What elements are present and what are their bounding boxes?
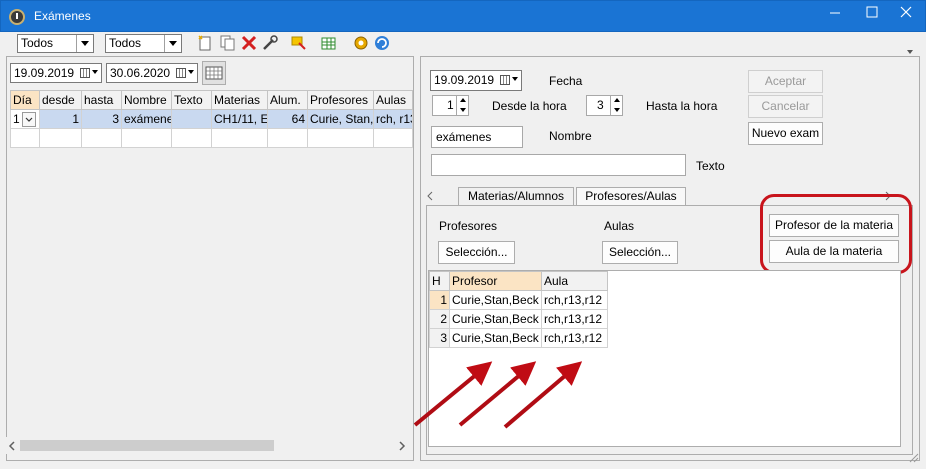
nombre-input[interactable]: exámenes xyxy=(431,126,523,148)
refresh-icon[interactable] xyxy=(373,34,391,52)
spin-updown-icon[interactable] xyxy=(456,96,468,115)
calendar-icon[interactable] xyxy=(176,67,194,79)
column-header[interactable]: Profesor xyxy=(449,271,542,291)
hasta-hora-label: Hasta la hora xyxy=(646,99,718,113)
close-icon xyxy=(900,6,912,18)
scroll-right-icon[interactable] xyxy=(396,440,408,452)
column-header[interactable]: Nombre xyxy=(121,90,172,110)
aula-cell[interactable]: rch,r13,r12 xyxy=(541,290,608,310)
column-header[interactable]: desde xyxy=(39,90,82,110)
profesor-aula-table: H Profesor Aula 1 Curie,Stan,Beck rch,r1… xyxy=(429,271,608,348)
column-header[interactable]: Texto xyxy=(171,90,212,110)
date-to-field[interactable]: 30.06.2020 xyxy=(106,63,198,83)
column-header[interactable]: Alum. xyxy=(267,90,308,110)
h-cell[interactable]: 1 xyxy=(429,290,450,310)
h-cell[interactable]: 2 xyxy=(429,309,450,329)
profesor-aula-header: H Profesor Aula xyxy=(429,271,608,291)
app-clock-icon[interactable] xyxy=(9,9,25,25)
materias-cell[interactable]: CH1/11, E xyxy=(211,109,268,129)
desde-hora-label: Desde la hora xyxy=(492,99,567,113)
grid-icon[interactable] xyxy=(320,34,338,52)
desde-hora-spinner[interactable]: 1 xyxy=(432,95,469,116)
texto-cell[interactable] xyxy=(171,109,212,129)
profesores-label: Profesores xyxy=(439,219,498,233)
close-button[interactable] xyxy=(886,0,926,26)
delete-icon[interactable] xyxy=(240,34,258,52)
column-header[interactable]: Profesores xyxy=(307,90,374,110)
aceptar-button[interactable]: Aceptar xyxy=(748,70,823,93)
filter-combo-1-value: Todos xyxy=(21,36,54,50)
date-from-value: 19.09.2019 xyxy=(14,66,75,80)
tab-scroll-left-icon[interactable] xyxy=(426,190,434,204)
chevron-down-icon[interactable] xyxy=(76,35,93,52)
profesores-cell[interactable]: Curie, Stan, xyxy=(307,109,374,129)
nombre-cell[interactable]: exámenes xyxy=(121,109,172,129)
date-from-field[interactable]: 19.09.2019 xyxy=(10,63,102,83)
calendar-icon[interactable] xyxy=(80,67,98,79)
settings-icon[interactable] xyxy=(352,34,370,52)
nombre-label: Nombre xyxy=(549,129,592,143)
desde-hora-value: 1 xyxy=(447,98,454,112)
column-header[interactable]: Aula xyxy=(541,271,608,291)
aula-cell[interactable]: rch,r13,r12 xyxy=(541,309,608,329)
seleccion-aulas-button[interactable]: Selección... xyxy=(602,241,678,264)
exam-table: Día desde hasta Nombre Texto Materias Al… xyxy=(10,90,413,148)
new-icon[interactable] xyxy=(196,34,214,52)
dia-cell[interactable]: 1 xyxy=(10,109,40,129)
tab-materias-alumnos[interactable]: Materias/Alumnos xyxy=(458,187,574,205)
resize-grip-icon[interactable] xyxy=(906,450,920,467)
exam-table-header: Día desde hasta Nombre Texto Materias Al… xyxy=(10,90,413,110)
aulas-cell[interactable]: rch, r13 xyxy=(373,109,413,129)
rules-icon[interactable] xyxy=(290,34,308,52)
minimize-button[interactable] xyxy=(815,0,855,26)
scroll-thumb[interactable] xyxy=(20,440,274,451)
fecha-value: 19.09.2019 xyxy=(434,73,495,87)
column-header[interactable]: Día xyxy=(10,90,40,110)
dia-value: 1 xyxy=(13,112,20,126)
table-row[interactable]: 1 Curie,Stan,Beck rch,r13,r12 xyxy=(429,290,608,310)
profesor-cell[interactable]: Curie,Stan,Beck xyxy=(449,290,542,310)
alum-cell[interactable]: 64 xyxy=(267,109,308,129)
profesor-cell[interactable]: Curie,Stan,Beck xyxy=(449,309,542,329)
window-title: Exámenes xyxy=(34,9,91,23)
highlight-callout xyxy=(760,194,912,274)
table-row[interactable]: 2 Curie,Stan,Beck rch,r13,r12 xyxy=(429,309,608,329)
desde-cell[interactable]: 1 xyxy=(39,109,82,129)
scroll-left-icon[interactable] xyxy=(6,440,18,452)
date-to-value: 30.06.2020 xyxy=(110,66,171,80)
tools-icon[interactable] xyxy=(261,34,279,52)
column-header[interactable]: Aulas xyxy=(373,90,413,110)
table-row[interactable]: 1 1 3 exámenes CH1/11, E 64 Curie, Stan,… xyxy=(10,109,413,129)
column-header[interactable]: H xyxy=(429,271,450,291)
fecha-date-field[interactable]: 19.09.2019 xyxy=(430,70,522,91)
tab-profesores-aulas[interactable]: Profesores/Aulas xyxy=(576,187,686,205)
calendar-grid-icon xyxy=(205,66,223,80)
chevron-down-icon[interactable] xyxy=(164,35,181,52)
column-header[interactable]: hasta xyxy=(81,90,122,110)
horizontal-scrollbar[interactable] xyxy=(6,437,410,454)
fecha-label: Fecha xyxy=(549,74,583,88)
calendar-view-button[interactable] xyxy=(202,61,226,85)
spin-updown-icon[interactable] xyxy=(610,96,622,115)
texto-input[interactable] xyxy=(431,154,686,176)
filter-combo-2-value: Todos xyxy=(109,36,142,50)
texto-label: Texto xyxy=(696,159,725,173)
column-header[interactable]: Materias xyxy=(211,90,268,110)
cancelar-button[interactable]: Cancelar xyxy=(748,95,823,118)
seleccion-profesores-button[interactable]: Selección... xyxy=(438,241,515,264)
copy-icon[interactable] xyxy=(218,34,236,52)
hasta-hora-value: 3 xyxy=(597,98,604,112)
aulas-label: Aulas xyxy=(604,219,635,233)
hasta-cell[interactable]: 3 xyxy=(81,109,122,129)
chevron-down-icon[interactable] xyxy=(22,112,36,127)
filter-combo-1[interactable]: Todos xyxy=(17,34,94,53)
hasta-hora-spinner[interactable]: 3 xyxy=(586,95,623,116)
title-bar xyxy=(0,0,926,32)
filter-combo-2[interactable]: Todos xyxy=(105,34,182,53)
nuevo-exam-button[interactable]: Nuevo exam xyxy=(748,122,823,145)
calendar-icon[interactable] xyxy=(500,74,518,86)
minimize-icon xyxy=(830,12,840,14)
annotation-arrows xyxy=(413,361,583,429)
table-row-empty[interactable] xyxy=(10,128,413,148)
